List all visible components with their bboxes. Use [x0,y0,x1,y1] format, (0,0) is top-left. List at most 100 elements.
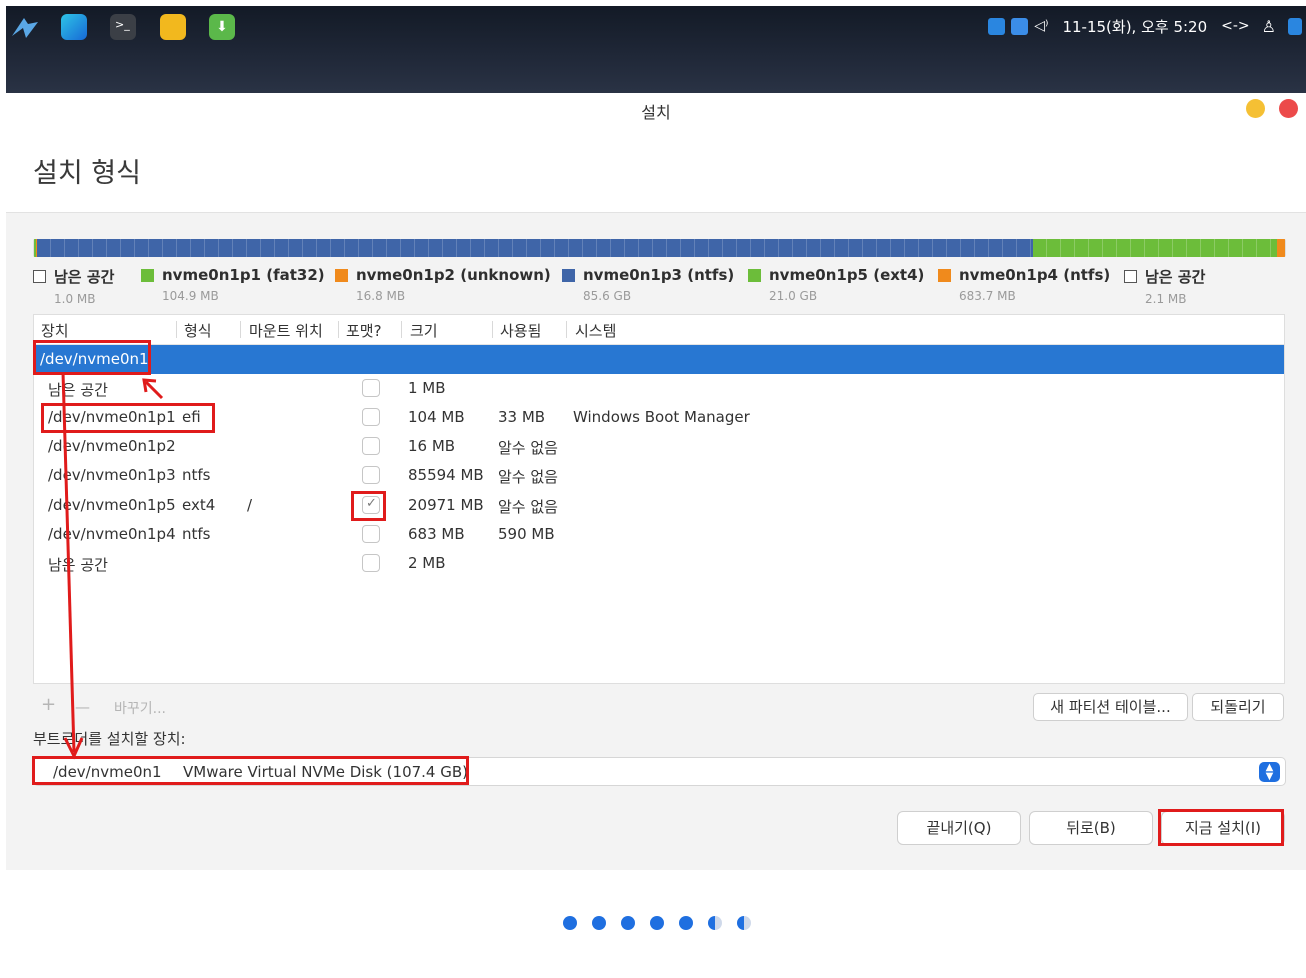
keyboard-icon[interactable]: <-> [1221,18,1250,34]
column-header-device[interactable]: 장치 [41,320,69,341]
cell-device: /dev/nvme0n1p3 [48,466,176,484]
cell-used: 590 MB [498,525,555,543]
cell-mount: / [247,496,253,514]
browser-icon[interactable] [61,14,87,40]
format-checkbox[interactable] [362,408,380,426]
cell-used: 알수 없음 [498,439,558,457]
bootloader-device-select[interactable]: /dev/nvme0n1 VMware Virtual NVMe Disk (1… [33,757,1286,786]
step-dot [650,916,664,930]
back-button[interactable]: 뒤로(B) [1029,811,1153,845]
format-checkbox[interactable] [362,554,380,572]
cell-size: 85594 MB [408,466,484,484]
table-row[interactable]: 남은 공간 2 MB [34,549,1284,578]
notification-icon[interactable] [1288,17,1302,35]
legend-item: nvme0n1p3 (ntfs) 85.6 GB [562,266,734,303]
revert-button[interactable]: 되돌리기 [1192,693,1284,721]
quit-button[interactable]: 끝내기(Q) [897,811,1021,845]
install-now-button[interactable]: 지금 설치(I) [1161,811,1285,845]
column-header-used[interactable]: 사용됨 [500,320,541,341]
system-tray: ◁⁾ 11-15(화), 오후 5:20 <-> ♙ [988,6,1306,46]
column-header-mount[interactable]: 마운트 위치 [249,320,323,341]
table-row[interactable]: /dev/nvme0n1p4 ntfs 683 MB 590 MB [34,520,1284,549]
terminal-icon[interactable]: >_ [110,14,136,40]
change-partition-button[interactable]: 바꾸기... [114,698,166,718]
legend-label: nvme0n1p3 (ntfs) [583,266,735,284]
bootloader-device: /dev/nvme0n1 [53,763,162,781]
table-row[interactable]: /dev/nvme0n1p5 ext4 / 20971 MB 알수 없음 [34,491,1284,520]
partition-table[interactable]: 장치 형식 마운트 위치 포맷? 크기 사용됨 시스템 /dev/nvme0n1 [33,314,1285,684]
partition-editor: 남은 공간 1.0 MB nvme0n1p1 (fat32) 104.9 MB … [6,212,1306,870]
format-checkbox[interactable] [362,437,380,455]
legend-item: nvme0n1p2 (unknown) 16.8 MB [335,266,551,303]
input-method-icon[interactable] [988,17,1006,35]
cell-device: /dev/nvme0n1 [40,350,149,368]
network-icon[interactable] [1011,17,1029,35]
legend-label: 남은 공간 [54,268,115,286]
format-checkbox[interactable] [362,466,380,484]
legend-size: 2.1 MB [1145,292,1187,306]
partition-bar [33,239,1286,257]
column-header-size[interactable]: 크기 [410,320,438,341]
legend-swatch [748,268,761,282]
column-header-system[interactable]: 시스템 [575,320,616,341]
cell-size: 683 MB [408,525,465,543]
column-divider [338,321,339,338]
files-icon[interactable] [160,14,186,40]
table-row[interactable]: /dev/nvme0n1p2 16 MB 알수 없음 [34,432,1284,461]
column-divider [492,321,493,338]
column-divider [566,321,567,338]
format-checkbox[interactable] [362,379,380,397]
table-row[interactable]: /dev/nvme0n1p3 ntfs 85594 MB 알수 없음 [34,461,1284,490]
legend-size: 16.8 MB [356,289,406,303]
new-partition-table-button[interactable]: 새 파티션 테이블... [1033,693,1188,721]
cell-device: 남은 공간 [48,556,108,574]
step-dot [737,916,751,930]
cell-size: 1 MB [408,379,446,397]
close-button[interactable] [1279,99,1298,118]
legend-item: nvme0n1p5 (ext4) 21.0 GB [748,266,924,303]
legend-label: nvme0n1p4 (ntfs) [959,266,1111,284]
column-header-format[interactable]: 포맷? [346,320,382,341]
legend-size: 21.0 GB [769,289,818,303]
add-partition-button[interactable]: + [41,694,56,715]
legend-size: 85.6 GB [583,289,632,303]
table-header: 장치 형식 마운트 위치 포맷? 크기 사용됨 시스템 [34,315,1284,345]
cell-device: /dev/nvme0n1p5 [48,496,176,514]
step-progress [563,916,751,930]
chevron-updown-icon[interactable]: ▲ ▼ [1259,762,1280,782]
volume-icon[interactable]: ◁⁾ [1034,18,1048,34]
table-row[interactable]: /dev/nvme0n1p1 efi 104 MB 33 MB Windows … [34,403,1284,432]
cell-type: efi [182,408,201,426]
legend-item: nvme0n1p1 (fat32) 104.9 MB [141,266,325,303]
table-row[interactable]: /dev/nvme0n1 [34,345,1284,374]
column-divider [240,321,241,338]
legend-label: nvme0n1p2 (unknown) [356,266,551,284]
column-header-type[interactable]: 형식 [184,320,212,341]
cell-type: ext4 [182,496,216,514]
table-row[interactable]: 남은 공간 1 MB [34,374,1284,403]
cell-used: 33 MB [498,408,546,426]
cell-device: /dev/nvme0n1p2 [48,437,176,455]
cell-size: 16 MB [408,437,456,455]
cell-used: 알수 없음 [498,468,558,486]
remove-partition-button[interactable]: — [75,698,90,716]
cell-device: 남은 공간 [48,381,108,399]
user-icon[interactable]: ♙ [1262,17,1276,36]
clock[interactable]: 11-15(화), 오후 5:20 [1062,16,1207,37]
step-dot [679,916,693,930]
desktop-top-panel: >_ ⬇ ◁⁾ 11-15(화), 오후 5:20 <-> ♙ [6,6,1306,94]
screen: >_ ⬇ ◁⁾ 11-15(화), 오후 5:20 <-> ♙ 설치 설치 형식 [0,0,1306,978]
start-icon[interactable] [10,14,38,40]
legend-item: nvme0n1p4 (ntfs) 683.7 MB [938,266,1110,303]
legend-size: 1.0 MB [54,292,96,306]
format-checkbox[interactable] [362,525,380,543]
step-dot [621,916,635,930]
minimize-button[interactable] [1246,99,1265,118]
installer-icon[interactable]: ⬇ [209,14,235,40]
cell-type: ntfs [182,466,211,484]
column-divider [401,321,402,338]
format-checkbox[interactable] [362,496,380,514]
partition-legend: 남은 공간 1.0 MB nvme0n1p1 (fat32) 104.9 MB … [33,266,1293,306]
bootloader-label: 부트로더를 설치할 장치: [33,730,186,748]
legend-swatch [938,268,951,282]
